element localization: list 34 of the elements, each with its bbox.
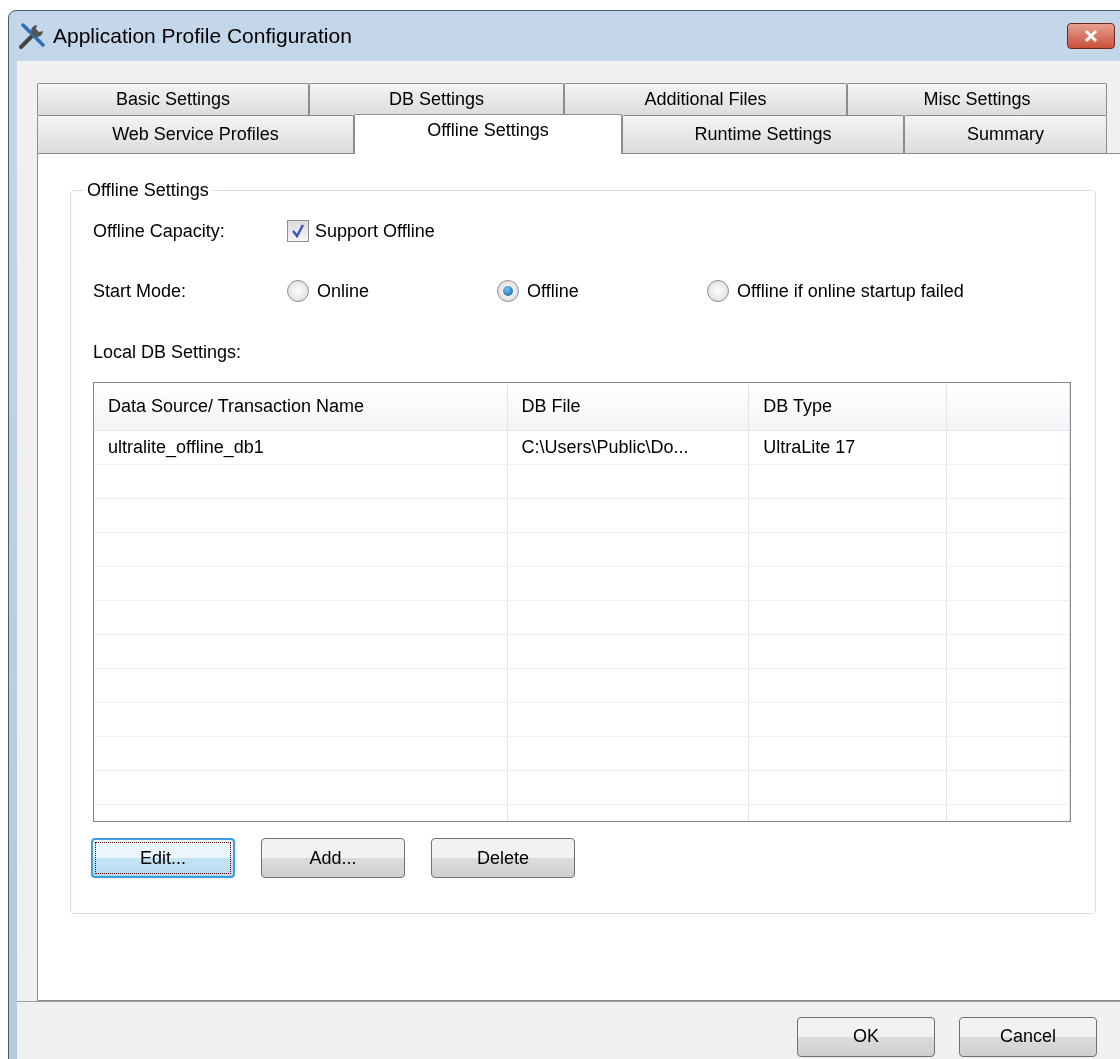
table-cell: UltraLite 17 [749,431,948,464]
column-header[interactable]: DB File [507,383,750,430]
tab[interactable]: DB Settings [309,83,564,115]
radio-button[interactable] [497,280,519,302]
section-label: Local DB Settings: [93,342,242,362]
tab[interactable]: Basic Settings [37,83,309,115]
button[interactable]: Add... [261,838,405,878]
window-title: Application Profile Configuration [53,23,352,50]
column-header[interactable]: DB Type [749,383,948,430]
button[interactable]: OK [797,1016,935,1057]
close-icon [1084,29,1098,43]
table-cell: ultralite_offline_db1 [94,431,508,464]
tab[interactable]: Summary [904,115,1107,153]
button[interactable]: Delete [431,838,575,878]
tab[interactable]: Misc Settings [847,83,1107,115]
table-cell: C:\Users\Public\Do... [507,431,750,464]
radio-button[interactable] [707,280,729,302]
checkbox-label[interactable]: Support Offline [315,217,435,245]
close-button[interactable] [1067,23,1115,49]
tab[interactable]: Runtime Settings [622,115,904,153]
checkbox[interactable] [287,220,309,242]
radio-label[interactable]: Offline if online startup failed [737,277,964,305]
radio-label[interactable]: Offline [527,277,579,305]
tools-icon [17,21,47,51]
button[interactable]: Cancel [959,1016,1097,1057]
tab[interactable]: Offline Settings [354,114,622,154]
button[interactable]: Edit... [91,838,235,878]
field-label: Offline Capacity: [93,219,226,243]
radio-label[interactable]: Online [317,277,370,305]
tab[interactable]: Additional Files [564,83,847,115]
tab[interactable]: Web Service Profiles [37,115,354,153]
radio-button[interactable] [287,280,309,302]
field-label: Start Mode: [93,279,188,303]
column-header[interactable]: Data Source/ Transaction Name [94,383,508,430]
